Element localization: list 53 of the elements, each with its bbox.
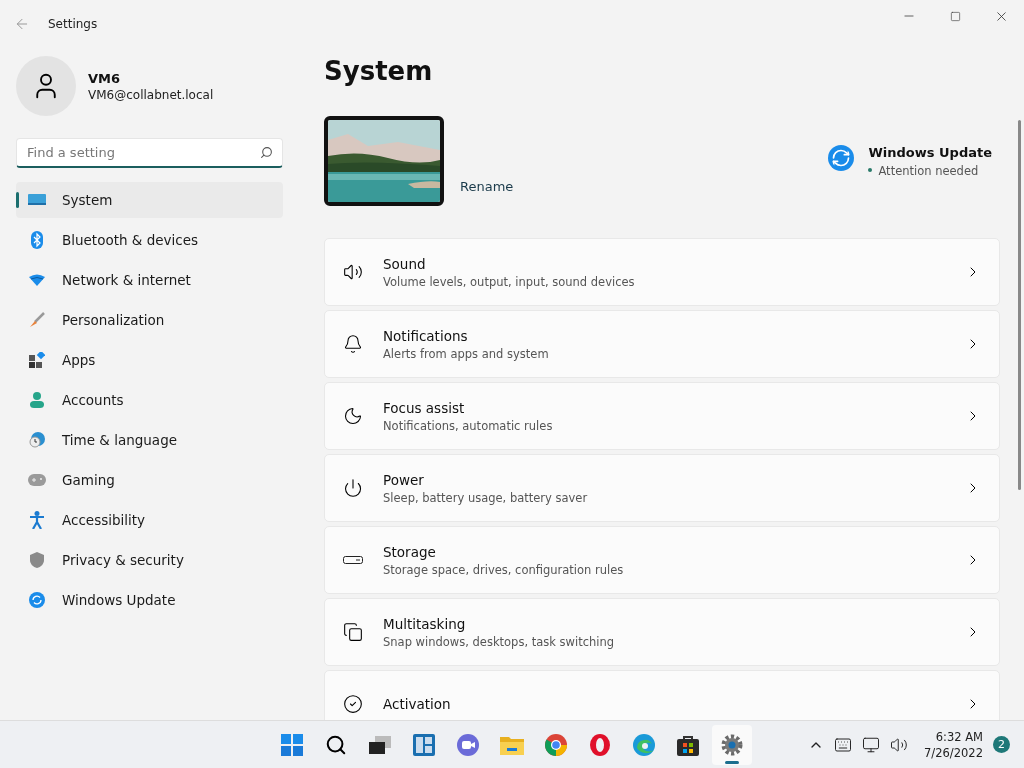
sidebar-item[interactable]: System	[16, 182, 283, 218]
settings-card[interactable]: Power Sleep, battery usage, battery saver	[324, 454, 1000, 522]
settings-card[interactable]: Storage Storage space, drives, configuration rules	[324, 526, 1000, 594]
settings-card[interactable]: Activation	[324, 670, 1000, 720]
card-subtitle: Storage space, drives, configuration rules	[383, 562, 625, 577]
card-title: Storage	[383, 543, 437, 560]
settings-card[interactable]: Focus assist Notifications, automatic rules	[324, 382, 1000, 450]
sidebar-label: Apps	[62, 352, 96, 368]
card-title: Notifications	[383, 327, 469, 344]
card-subtitle: Volume levels, output, input, sound devices	[383, 274, 636, 289]
card-title: Sound	[383, 255, 427, 272]
account-email: VM6@collabnet.local	[88, 87, 214, 102]
clock-time[interactable]: 6:32 AM	[935, 729, 983, 744]
card-title: Power	[383, 471, 425, 488]
sidebar-item[interactable]: Privacy & security	[16, 542, 283, 578]
card-title: Focus assist	[383, 399, 466, 416]
sidebar-label: Personalization	[62, 312, 165, 328]
search-field[interactable]: Find a setting	[16, 138, 283, 168]
card-subtitle: Sleep, battery usage, battery saver	[383, 490, 589, 505]
sidebar-label: Windows Update	[62, 592, 176, 608]
sidebar-label: Network & internet	[62, 272, 191, 288]
sidebar-item[interactable]: Apps	[16, 342, 283, 378]
sidebar-label: Bluetooth & devices	[62, 232, 199, 248]
sidebar-label: System	[62, 192, 113, 208]
rename-link[interactable]: Rename	[454, 173, 520, 200]
update-title[interactable]: Windows Update	[868, 144, 992, 160]
sidebar-label: Gaming	[62, 472, 115, 488]
sidebar-item[interactable]: Accounts	[16, 382, 283, 418]
sidebar-label: Privacy & security	[62, 552, 184, 568]
settings-card[interactable]: Sound Volume levels, output, input, sound devices	[324, 238, 1000, 306]
clock-date[interactable]: 7/26/2022	[924, 745, 983, 760]
page-title: System	[324, 56, 434, 86]
sidebar-label: Accounts	[62, 392, 124, 408]
sidebar-item[interactable]: Bluetooth & devices	[16, 222, 283, 258]
sidebar-label: Time & language	[62, 432, 177, 448]
sidebar-item[interactable]: Network & internet	[16, 262, 283, 298]
update-status: Attention needed	[868, 163, 992, 178]
card-title: Multitasking	[383, 615, 467, 632]
card-subtitle: Notifications, automatic rules	[383, 418, 554, 433]
sidebar-item[interactable]: Personalization	[16, 302, 283, 338]
notification-badge[interactable]: 2	[993, 736, 1010, 753]
sidebar-item[interactable]: Windows Update	[16, 582, 283, 618]
card-subtitle: Alerts from apps and system	[383, 346, 550, 361]
card-subtitle: Snap windows, desktops, task switching	[383, 634, 616, 649]
account-name: VM6	[88, 70, 122, 86]
card-title: Activation	[383, 696, 452, 712]
sidebar-item[interactable]: Accessibility	[16, 502, 283, 538]
sidebar-item[interactable]: Time & language	[16, 422, 283, 458]
sidebar-item[interactable]: Gaming	[16, 462, 283, 498]
sidebar-label: Accessibility	[62, 512, 146, 528]
settings-card[interactable]: Multitasking Snap windows, desktops, task switching	[324, 598, 1000, 666]
settings-card[interactable]: Notifications Alerts from apps and system	[324, 310, 1000, 378]
window-title: Settings	[48, 17, 98, 31]
